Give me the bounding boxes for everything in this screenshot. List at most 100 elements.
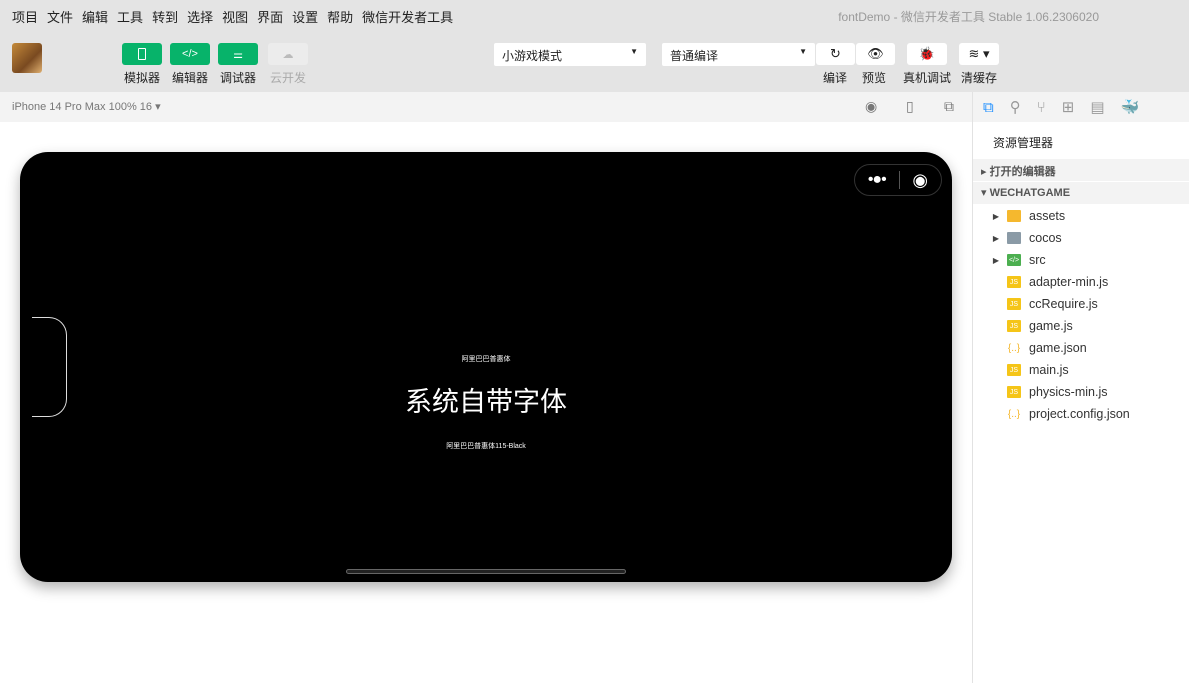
tree-item-cocos[interactable]: ▶ cocos (973, 227, 1189, 249)
explorer-panel: ⧉ ⚲ ⑂ ⊞ ▤ 🐳 资源管理器 ▸ 打开的编辑器 ▾ WECHATGAME … (972, 92, 1189, 683)
file-name: assets (1029, 209, 1066, 223)
tree-item-file[interactable]: {..} project.config.json (973, 403, 1189, 425)
docker-icon[interactable]: 🐳 (1121, 98, 1140, 116)
menu-help[interactable]: 帮助 (327, 7, 353, 26)
cloud-icon: ☁ (282, 48, 294, 61)
tree-item-file[interactable]: JS main.js (973, 359, 1189, 381)
menu-tools[interactable]: 工具 (117, 7, 143, 26)
simulator-button[interactable] (122, 43, 162, 65)
chevron-right-icon: ▶ (992, 211, 1000, 221)
compile-button[interactable]: ↻ (816, 43, 855, 65)
debugger-label: 调试器 (219, 71, 256, 85)
editor-button[interactable]: </> (170, 43, 210, 65)
file-name: ccRequire.js (1029, 297, 1098, 311)
tree-item-file[interactable]: JS adapter-min.js (973, 271, 1189, 293)
menu-view[interactable]: 视图 (222, 7, 248, 26)
menu-project[interactable]: 项目 (12, 7, 38, 26)
tree-item-assets[interactable]: ▶ assets (973, 205, 1189, 227)
layers-icon: ≋ ▾ (968, 46, 990, 61)
simulator-label: 模拟器 (123, 71, 160, 85)
eye-icon: 👁 (867, 46, 884, 61)
clear-cache-label: 清缓存 (960, 71, 997, 85)
js-file-icon: JS (1007, 386, 1021, 398)
file-name: main.js (1029, 363, 1069, 377)
menu-edit[interactable]: 编辑 (82, 7, 108, 26)
folder-icon (1007, 210, 1021, 222)
tree-item-file[interactable]: JS physics-min.js (973, 381, 1189, 403)
open-editors-section[interactable]: ▸ 打开的编辑器 (973, 159, 1189, 181)
tree-item-file[interactable]: JS game.js (973, 315, 1189, 337)
file-tree: ▶ assets ▶ cocos ▶ </> src JS adapter-min.js … (973, 205, 1189, 425)
bug-icon: 🐞 (918, 46, 936, 61)
file-name: project.config.json (1029, 407, 1130, 421)
menu-select[interactable]: 选择 (187, 7, 213, 26)
extensions-icon[interactable]: ⊞ (1062, 98, 1075, 116)
compile-mode-select[interactable]: 普通编译 ▼ (662, 43, 815, 66)
js-file-icon: JS (1007, 320, 1021, 332)
menu-file[interactable]: 文件 (47, 7, 73, 26)
file-name: cocos (1029, 231, 1062, 245)
search-icon[interactable]: ⚲ (1010, 98, 1021, 116)
menu-goto[interactable]: 转到 (152, 7, 178, 26)
avatar[interactable] (12, 43, 42, 73)
tree-item-src[interactable]: ▶ </> src (973, 249, 1189, 271)
game-text-system-font: 系统自带字体 (405, 387, 567, 417)
json-file-icon: {..} (1007, 342, 1021, 354)
capsule-menu: •●• ◉ (854, 164, 942, 196)
sliders-icon: ⚌ (233, 48, 243, 61)
chevron-right-icon: ▶ (992, 255, 1000, 265)
preview-label: 预览 (861, 71, 886, 85)
real-debug-label: 真机调试 (902, 71, 951, 85)
simulator-screen[interactable]: •●• ◉ 阿里巴巴普惠体 系统自带字体 阿里巴巴普惠体115-Black (20, 152, 952, 582)
tree-item-file[interactable]: JS ccRequire.js (973, 293, 1189, 315)
debugger-button[interactable]: ⚌ (218, 43, 258, 65)
phone-icon (138, 48, 146, 60)
json-file-icon: {..} (1007, 408, 1021, 420)
file-name: physics-min.js (1029, 385, 1108, 399)
home-indicator (346, 569, 626, 574)
files-icon[interactable]: ⧉ (983, 99, 994, 116)
caret-down-icon: ▼ (799, 47, 807, 56)
git-branch-icon[interactable]: ⑂ (1037, 99, 1046, 116)
toolbar: 模拟器 </> 编辑器 ⚌ 调试器 ☁ 云开发 小游戏模式 ▼ 普通编译 ▼ ↻ 👁… (0, 32, 1189, 92)
explorer-title: 资源管理器 (993, 136, 1054, 150)
menu-settings[interactable]: 设置 (292, 7, 318, 26)
side-tabs: ⧉ ⚲ ⑂ ⊞ ▤ 🐳 (973, 92, 1189, 122)
save-icon[interactable]: ▤ (1090, 98, 1104, 116)
menu-devtools[interactable]: 微信开发者工具 (362, 7, 453, 26)
mode-value: 小游戏模式 (502, 49, 563, 63)
close-target-icon[interactable]: ◉ (899, 170, 941, 191)
menu-interface[interactable]: 界面 (257, 7, 283, 26)
project-label: WECHATGAME (989, 187, 1071, 199)
mode-select[interactable]: 小游戏模式 ▼ (494, 43, 646, 66)
compile-mode-value: 普通编译 (670, 49, 719, 63)
js-file-icon: JS (1007, 276, 1021, 288)
more-icon[interactable]: •●• (855, 171, 899, 189)
preview-button[interactable]: 👁 (856, 43, 895, 65)
window-title: fontDemo - 微信开发者工具 Stable 1.06.2306020 (838, 10, 1099, 24)
file-name: src (1029, 253, 1046, 267)
open-editors-label: 打开的编辑器 (989, 166, 1056, 178)
js-file-icon: JS (1007, 298, 1021, 310)
tree-item-file[interactable]: {..} game.json (973, 337, 1189, 359)
file-name: game.json (1029, 341, 1087, 355)
caret-down-icon: ▼ (630, 47, 638, 56)
chevron-right-icon: ▶ (992, 233, 1000, 243)
refresh-icon: ↻ (830, 46, 841, 61)
folder-src-icon: </> (1007, 254, 1021, 266)
folder-icon (1007, 232, 1021, 244)
cloud-button[interactable]: ☁ (268, 43, 308, 65)
game-text-alibaba-black: 阿里巴巴普惠体115-Black (446, 443, 526, 450)
stop-icon[interactable]: ◉ (865, 98, 877, 115)
real-debug-button[interactable]: 🐞 (907, 43, 947, 65)
clear-cache-button[interactable]: ≋ ▾ (959, 43, 999, 65)
device-select[interactable]: iPhone 14 Pro Max 100% 16 ▾ (0, 92, 972, 122)
phone-icon[interactable]: ▯ (906, 98, 914, 115)
editor-label: 编辑器 (171, 71, 208, 85)
file-name: adapter-min.js (1029, 275, 1109, 289)
js-file-icon: JS (1007, 364, 1021, 376)
code-icon: </> (182, 48, 198, 60)
cloud-label: 云开发 (269, 71, 306, 85)
project-section[interactable]: ▾ WECHATGAME (973, 182, 1189, 204)
window-icon[interactable]: ⧉ (944, 98, 954, 115)
